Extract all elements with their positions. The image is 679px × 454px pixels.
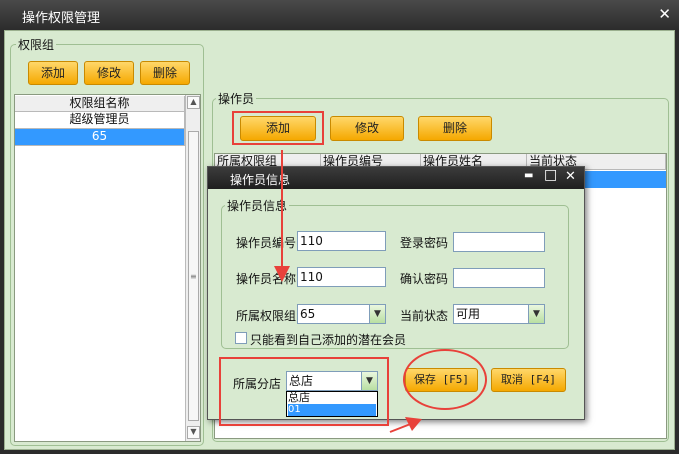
- dialog-title: 操作员信息: [230, 173, 291, 187]
- operator-panel-title: 操作员: [216, 90, 257, 107]
- permission-group-list[interactable]: 权限组名称 超级管理员 65 ▲ ≡ ▼: [14, 94, 201, 442]
- operator-edit-button[interactable]: 修改: [330, 116, 404, 141]
- window-title: 操作权限管理: [22, 11, 101, 26]
- close-icon[interactable]: ✕: [565, 169, 576, 184]
- cancel-button[interactable]: 取消 [F4]: [491, 368, 566, 392]
- login-password-label: 登录密码: [400, 236, 449, 250]
- maximize-icon[interactable]: □: [544, 167, 557, 183]
- operator-info-group-title: 操作员信息: [225, 197, 290, 214]
- operator-delete-button[interactable]: 删除: [418, 116, 492, 141]
- chevron-down-icon[interactable]: ▼: [528, 305, 544, 323]
- scrollbar-thumb[interactable]: ≡: [188, 131, 199, 421]
- list-item[interactable]: 超级管理员: [15, 112, 185, 129]
- operator-name-label: 操作员名称: [236, 272, 297, 286]
- operator-id-input[interactable]: 110: [297, 231, 386, 251]
- status-select[interactable]: 可用 ▼: [453, 304, 545, 324]
- own-members-checkbox[interactable]: [235, 332, 247, 344]
- operator-name-input[interactable]: 110: [297, 267, 386, 287]
- group-delete-button[interactable]: 删除: [140, 61, 190, 85]
- confirm-password-label: 确认密码: [400, 272, 449, 286]
- own-members-checkbox-label: 只能看到自己添加的潜在会员: [250, 333, 407, 347]
- dialog-title-bar: 操作员信息 ▬ □ ✕: [208, 167, 584, 189]
- confirm-password-input[interactable]: [453, 268, 545, 288]
- highlight-ellipse-save: [403, 349, 487, 410]
- chevron-down-icon[interactable]: ▼: [369, 305, 385, 323]
- permission-group-select-value: 65: [300, 307, 316, 321]
- vertical-scrollbar[interactable]: ▲ ≡ ▼: [185, 95, 200, 441]
- operator-id-label: 操作员编号: [236, 236, 297, 250]
- status-select-value: 可用: [456, 307, 481, 321]
- scroll-up-icon[interactable]: ▲: [187, 96, 200, 109]
- permission-group-select-label: 所属权限组: [236, 309, 297, 323]
- scroll-down-icon[interactable]: ▼: [187, 426, 200, 439]
- login-password-input[interactable]: [453, 232, 545, 252]
- highlight-box-branch: [219, 357, 389, 426]
- minimize-icon[interactable]: ▬: [524, 170, 533, 181]
- close-icon[interactable]: ✕: [658, 5, 671, 23]
- list-item[interactable]: 65: [15, 129, 185, 146]
- permission-group-select[interactable]: 65 ▼: [297, 304, 386, 324]
- window-title-bar: 操作权限管理 ✕: [0, 0, 679, 30]
- permission-group-title: 权限组: [16, 36, 57, 53]
- group-edit-button[interactable]: 修改: [84, 61, 134, 85]
- status-select-label: 当前状态: [400, 309, 449, 323]
- column-header-group-name[interactable]: 权限组名称: [15, 96, 185, 112]
- grip-icon: ≡: [190, 272, 197, 281]
- highlight-box-add: [232, 111, 324, 145]
- group-add-button[interactable]: 添加: [28, 61, 78, 85]
